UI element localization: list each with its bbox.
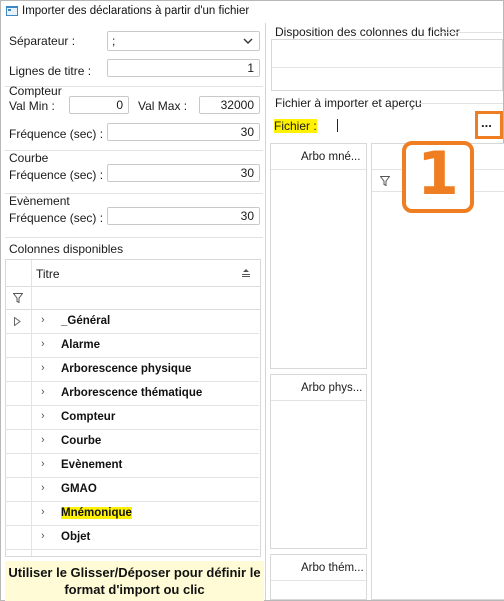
step-callout-number: 1 [417,139,459,209]
event-freq-value: 30 [240,209,254,223]
column-layout-area[interactable] [271,39,503,91]
separator-select[interactable]: ; [107,31,260,51]
event-freq-input[interactable]: 30 [107,207,260,225]
window-title: Importer des déclarations à partir d'un … [22,5,250,17]
val-min-input[interactable]: 0 [69,96,129,114]
tree-item-label: GMAO [61,483,97,495]
layout-area-divider [272,67,502,68]
event-group-title: Evènement [9,194,70,208]
column-header-divider [271,400,366,401]
counter-freq-label: Fréquence (sec) : [9,127,104,141]
grid-header[interactable]: Titre [6,260,260,287]
tree-item[interactable]: › _Général [5,310,259,334]
columns-group-divider [5,237,263,238]
arbo-them-column[interactable]: Arbo thém... [270,554,367,600]
title-lines-label: Lignes de titre : [9,64,92,78]
tree-item-label: Courbe [61,435,102,447]
tree-item[interactable]: › Courbe [5,430,259,454]
counter-freq-value: 30 [240,125,254,139]
chevron-right-icon[interactable]: › [41,506,45,518]
arbo-mnemo-column[interactable]: Arbo mné... [270,143,367,369]
pane-splitter[interactable] [265,23,266,600]
tree-item[interactable]: › Objet [5,526,259,550]
counter-group-title: Compteur [9,84,62,98]
tree-item-label-highlighted: Mnémonique [61,507,132,519]
sort-icon[interactable] [241,269,251,278]
column-header-divider [271,580,366,581]
tree-item-label: Compteur [61,411,116,423]
tree-item-label: Alarme [61,339,100,351]
chevron-right-icon[interactable]: › [41,338,45,350]
tree-item[interactable]: › Arborescence thématique [5,382,259,406]
tree-item[interactable]: › GMAO [5,478,259,502]
chevron-right-icon[interactable]: › [41,530,45,542]
tree-item[interactable]: › Evènement [5,454,259,478]
chevron-right-icon[interactable]: › [41,458,45,470]
arbo-them-header: Arbo thém... [301,562,364,574]
file-group-title: Fichier à importer et aperçu [275,96,422,110]
val-min-value: 0 [116,98,123,112]
chevron-down-icon [243,38,253,44]
browse-button[interactable]: ... [475,111,503,139]
grid-filter-row[interactable] [6,287,260,310]
import-window: Importer des déclarations à partir d'un … [0,0,504,601]
chevron-right-icon[interactable]: › [41,314,45,326]
tree-item-label: Arborescence thématique [61,387,203,399]
curve-freq-value: 30 [240,166,254,180]
tree-item[interactable]: › Alarme [5,334,259,358]
tree-item[interactable]: › Mnémonique [5,502,259,526]
tree-item-label: Objet [61,531,91,543]
curve-freq-label: Fréquence (sec) : [9,168,104,182]
val-max-input[interactable]: 32000 [199,96,260,114]
chevron-right-icon[interactable]: › [41,386,45,398]
text-cursor [337,119,338,132]
browse-button-label: ... [481,115,492,130]
title-bar: Importer des déclarations à partir d'un … [1,1,503,23]
curve-group-title: Courbe [9,151,49,165]
tree-item-label: Evènement [61,459,123,471]
chevron-right-icon[interactable]: › [41,410,45,422]
file-group-divider [419,103,503,104]
curve-freq-input[interactable]: 30 [107,164,260,182]
step-callout-badge: 1 [402,139,474,213]
column-header-divider [271,169,366,170]
title-lines-value: 1 [247,61,254,75]
chevron-right-icon[interactable]: › [41,362,45,374]
tree-item-label: _Général [61,315,111,327]
grid-header-title: Titre [36,267,60,281]
available-columns-title: Colonnes disponibles [9,242,124,256]
filter-icon[interactable] [13,293,23,303]
chevron-right-icon[interactable]: › [41,482,45,494]
val-min-label: Val Min : [9,99,55,113]
layout-group-title: Disposition des colonnes du fichier [275,25,460,39]
title-lines-input[interactable]: 1 [107,59,260,77]
tree-item-label: Arborescence physique [61,363,192,375]
arbo-phys-header: Arbo phys... [301,382,363,394]
tree-item[interactable]: › Arborescence physique [5,358,259,382]
tree-item[interactable]: › Compteur [5,406,259,430]
separator-value: ; [112,34,116,48]
file-path-input[interactable] [332,116,472,135]
layout-group-divider [438,32,502,33]
filter-icon[interactable] [380,176,390,186]
separator-label: Séparateur : [9,34,76,48]
counter-freq-input[interactable]: 30 [107,123,260,141]
event-freq-label: Fréquence (sec) : [9,211,104,225]
arbo-mnemo-header: Arbo mné... [301,151,361,163]
arbo-phys-column[interactable]: Arbo phys... [270,374,367,549]
val-max-value: 32000 [220,98,254,112]
app-icon [6,6,18,16]
file-label: Fichier : [274,119,317,133]
chevron-right-icon[interactable]: › [41,434,45,446]
drag-drop-hint: Utiliser le Glisser/Déposer pour définir… [5,561,264,601]
val-max-label: Val Max : [138,99,188,113]
